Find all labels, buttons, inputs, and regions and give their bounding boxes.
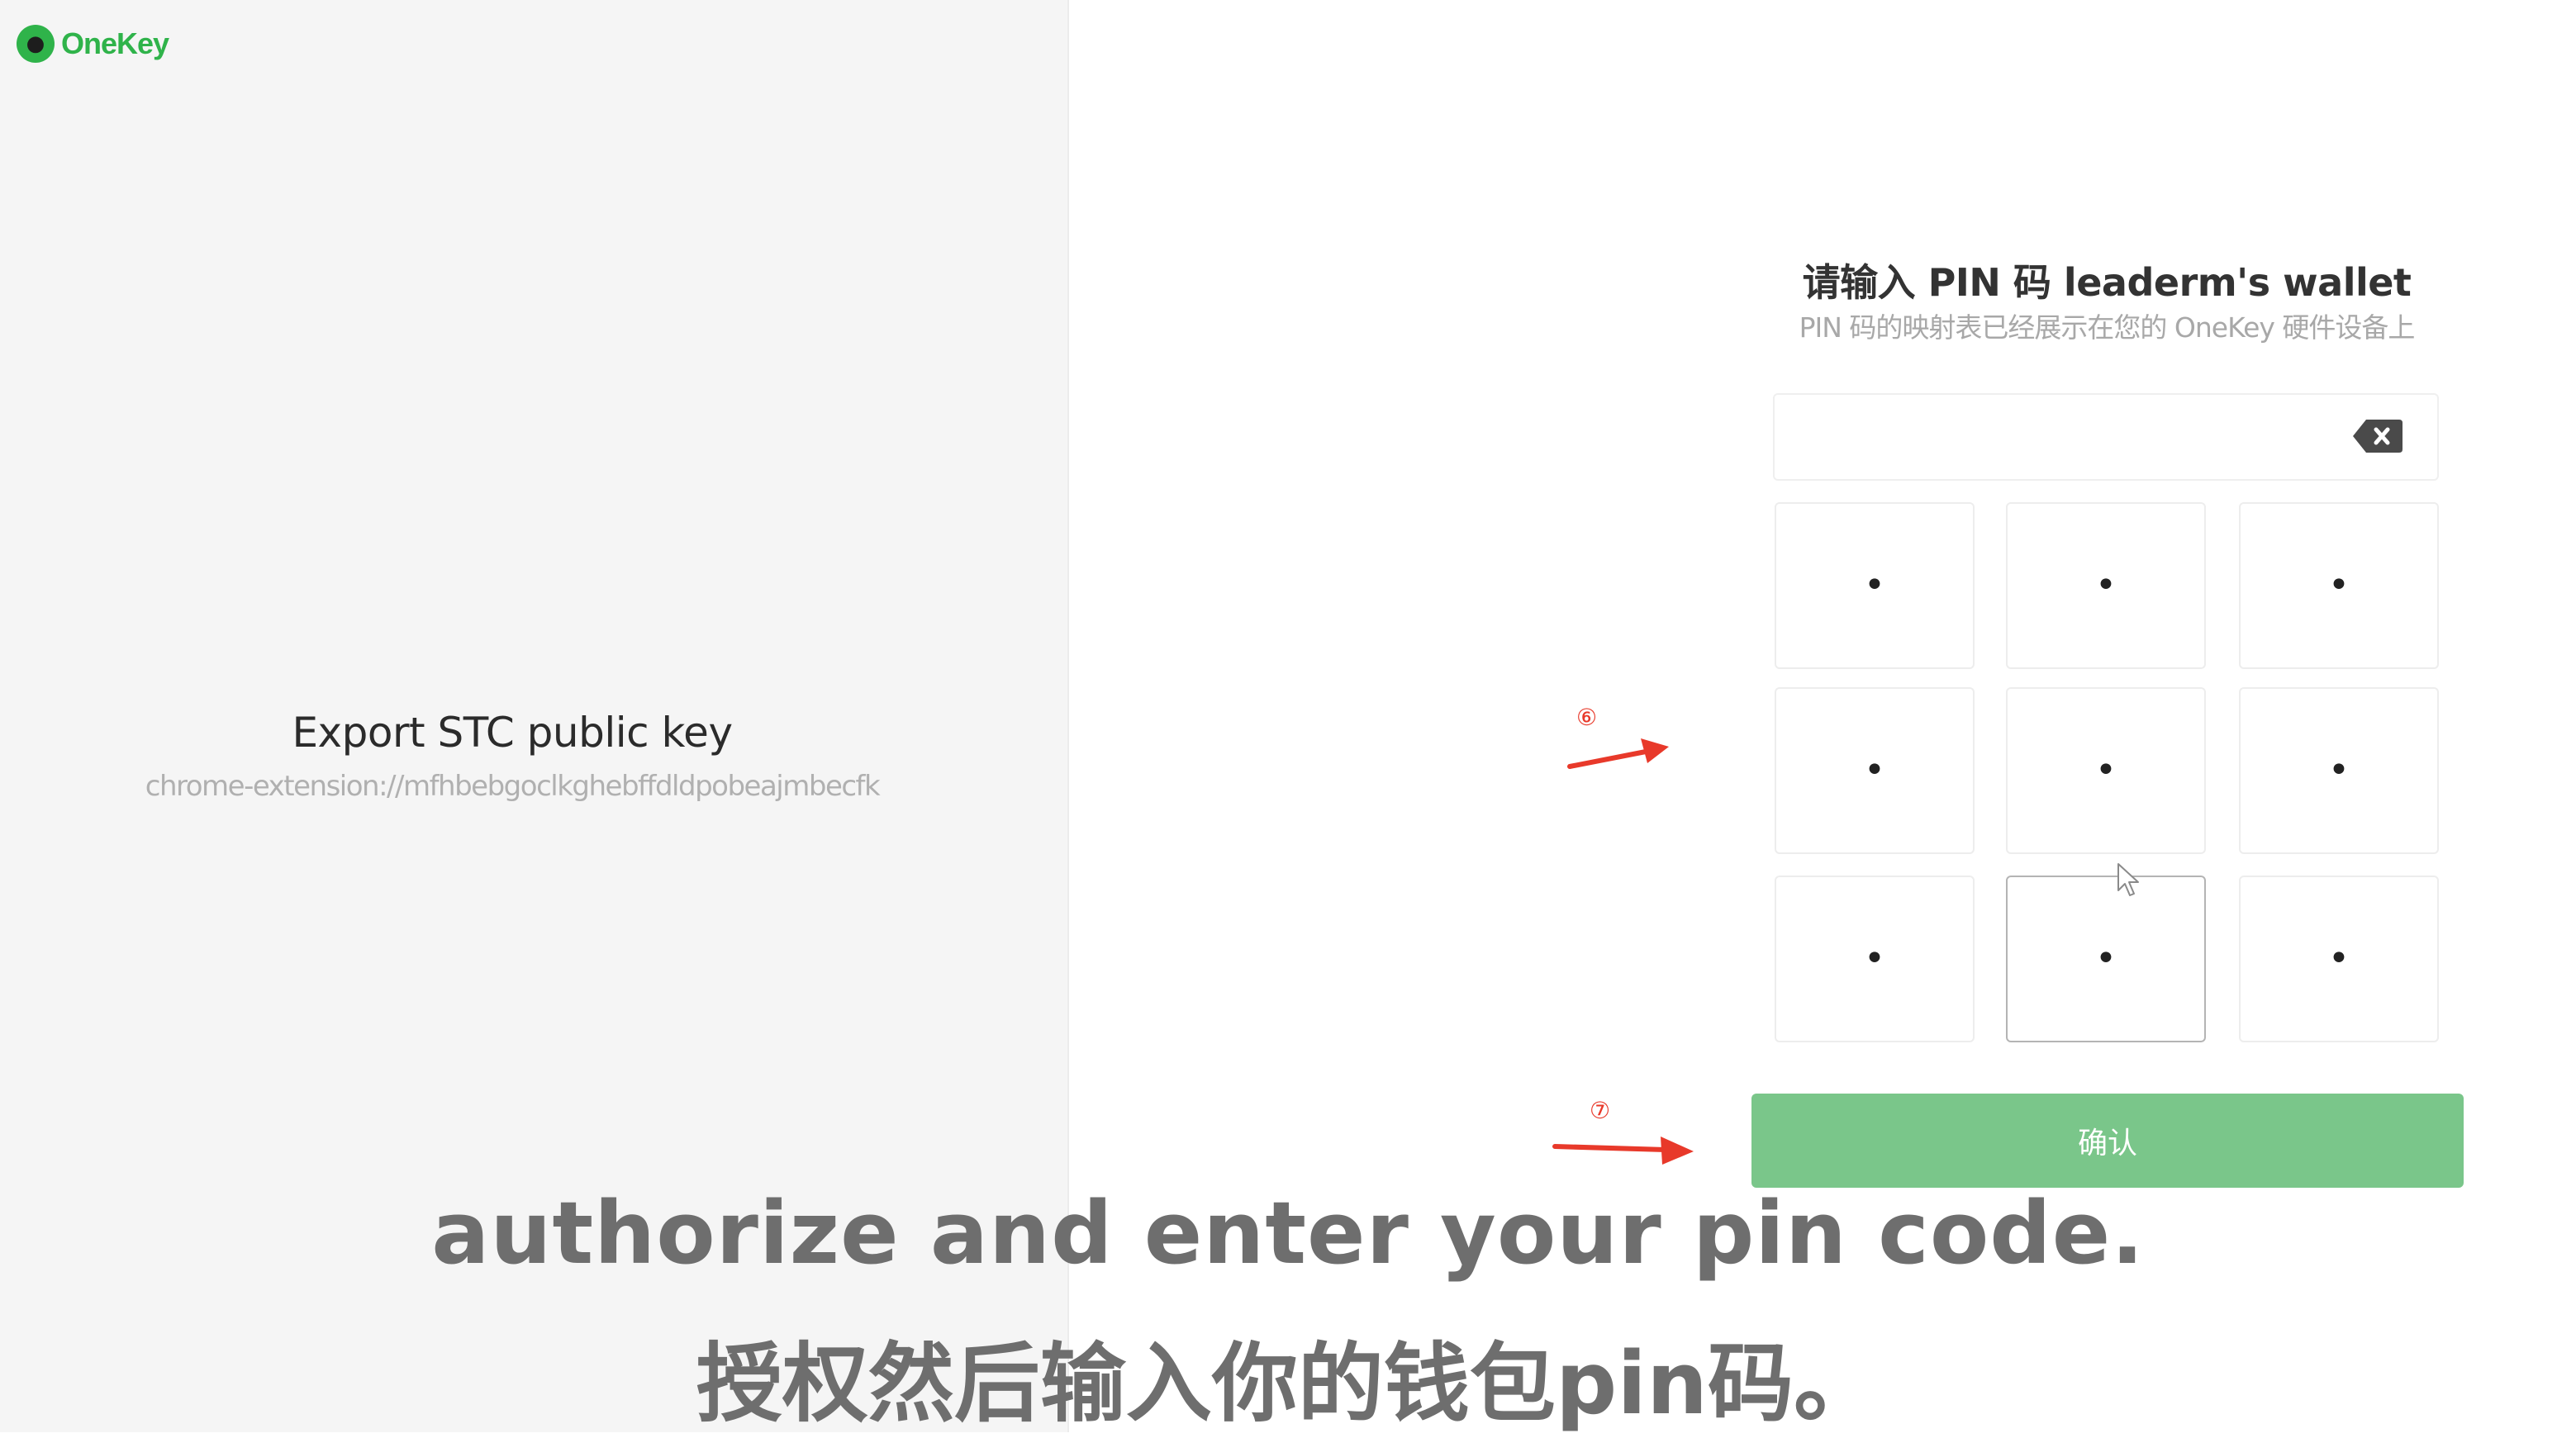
pin-subtitle: PIN 码的映射表已经展示在您的 OneKey 硬件设备上 [1799, 311, 2416, 344]
brand-name: OneKey [61, 26, 169, 60]
key-dot-icon: • [1864, 564, 1885, 606]
step-6-marker: ⑥ [1576, 704, 1598, 731]
extension-url: chrome-extension://mfhbebgoclkghebffdldp… [145, 770, 881, 803]
onekey-logo-icon: ● [17, 25, 55, 63]
key-dot-icon: • [2328, 749, 2350, 791]
step-6-arrow-icon [1567, 738, 1669, 769]
pin-input[interactable] [1773, 393, 2439, 481]
pin-key-1[interactable]: • [1775, 502, 1975, 669]
key-dot-icon: • [2328, 937, 2350, 980]
export-title: Export STC public key [292, 709, 733, 757]
backspace-icon[interactable] [2351, 416, 2404, 456]
onekey-logo: ● OneKey [17, 25, 169, 63]
subtitle-chinese: 授权然后输入你的钱包pin码。 [696, 1333, 1880, 1434]
pin-key-3[interactable]: • [2239, 502, 2439, 669]
confirm-button[interactable]: 确认 [1751, 1094, 2464, 1188]
pin-key-6[interactable]: • [2239, 687, 2439, 854]
key-dot-icon: • [1864, 749, 1885, 791]
key-dot-icon: • [2328, 564, 2350, 606]
pin-title: 请输入 PIN 码 leaderm's wallet [1802, 260, 2412, 305]
pin-key-5[interactable]: • [2006, 687, 2206, 854]
subtitle-english: authorize and enter your pin code. [431, 1183, 2145, 1284]
step-7-arrow-icon [1552, 1137, 1694, 1165]
key-dot-icon: • [2095, 749, 2117, 791]
step-7-marker: ⑦ [1590, 1097, 1611, 1124]
key-dot-icon: • [2095, 937, 2117, 980]
pin-key-2[interactable]: • [2006, 502, 2206, 669]
pin-key-8[interactable]: • [2006, 876, 2206, 1042]
pin-key-9[interactable]: • [2239, 876, 2439, 1042]
key-dot-icon: • [1864, 937, 1885, 980]
export-info: Export STC public key chrome-extension:/… [0, 709, 1024, 803]
key-dot-icon: • [2095, 564, 2117, 606]
mouse-pointer-icon [2117, 863, 2139, 896]
pin-key-4[interactable]: • [1775, 687, 1975, 854]
pin-key-7[interactable]: • [1775, 876, 1975, 1042]
